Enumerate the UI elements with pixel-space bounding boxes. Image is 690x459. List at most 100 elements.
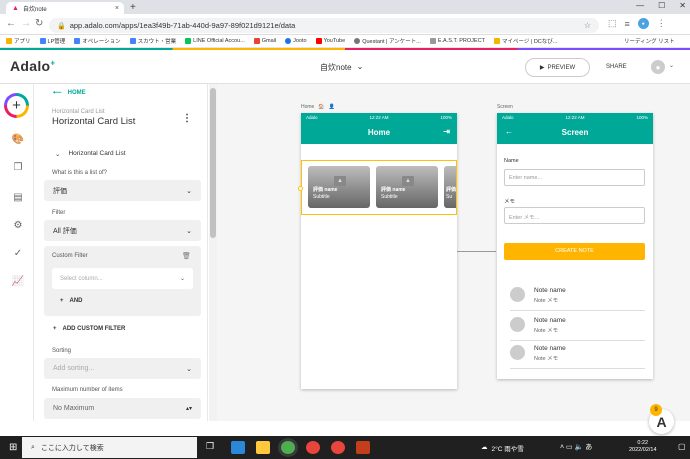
max-items-input[interactable]: No Maximum ▴▾ — [44, 398, 201, 419]
notifications-icon[interactable]: ▢ — [678, 442, 686, 451]
close-window-icon[interactable]: ✕ — [679, 1, 686, 10]
bookmark-item[interactable]: オペレーション — [74, 37, 121, 45]
apps-grid-icon — [6, 38, 12, 44]
list-item[interactable]: Note name Note メモ — [510, 314, 645, 341]
back-to-home-link[interactable]: ⟵ HOME — [53, 89, 86, 97]
adalo-a-icon: A — [656, 413, 667, 430]
app-bar: ← Screen — [497, 121, 653, 144]
list-of-select[interactable]: 評価 ⌄ — [44, 180, 201, 201]
reading-list-link[interactable]: リーディング リスト — [624, 37, 675, 45]
share-button[interactable]: SHARE — [606, 64, 627, 70]
database-icon[interactable]: ▤ — [11, 192, 25, 203]
preview-button[interactable]: ▶ PREVIEW — [525, 58, 590, 77]
create-note-button[interactable]: CREATE NOTE — [504, 243, 645, 260]
taskbar-search[interactable]: ⌕ ここに入力して検索 — [22, 437, 197, 458]
home-screen[interactable]: Adalo 12:22 AM 100% Home ⇥ — [301, 113, 457, 389]
volume-icon[interactable]: 🔈 — [575, 444, 584, 451]
sorting-select[interactable]: Add sorting... ⌄ — [44, 358, 201, 379]
name-input[interactable]: Enter name... — [504, 169, 645, 186]
system-tray[interactable]: ˄ ▭ 🔈 あ — [560, 442, 592, 452]
browser-menu-icon[interactable]: ⋮ — [657, 18, 666, 29]
card-item[interactable]: 評価 Su — [444, 166, 456, 208]
close-tab-icon[interactable]: × — [115, 5, 124, 12]
chevron-down-icon: ⌄ — [186, 365, 192, 373]
bookmark-item[interactable]: LP管理 — [39, 37, 65, 45]
users-icon: 👤 — [328, 104, 335, 110]
bookmark-item[interactable]: Questant | アンケート... — [354, 37, 421, 45]
home-icon: 🏠 — [318, 104, 325, 110]
memo-input[interactable]: Enter メモ... — [504, 207, 645, 224]
line-icon — [185, 38, 192, 44]
screens-icon[interactable]: ❐ — [11, 162, 25, 173]
stepper-icon[interactable]: ▴▾ — [186, 405, 192, 412]
screen-label[interactable]: Screen — [497, 104, 513, 110]
settings-gear-icon[interactable]: ⚙ — [11, 220, 25, 231]
weather-widget[interactable]: ☁ 2°C 雨や雪 — [481, 443, 524, 453]
add-custom-filter-button[interactable]: + ADD CUSTOM FILTER — [53, 326, 125, 332]
bookmark-star-icon[interactable]: ☆ — [584, 21, 599, 30]
add-component-button[interactable]: + — [4, 93, 29, 118]
palette-icon[interactable]: 🎨 — [11, 134, 25, 145]
logout-icon[interactable]: ⇥ — [443, 127, 450, 136]
scrollbar-thumb[interactable] — [210, 88, 216, 238]
resize-handle[interactable] — [298, 186, 303, 191]
maximize-icon[interactable]: ☐ — [658, 1, 665, 10]
card-item[interactable]: ▲ 評価 name Subtitle — [376, 166, 438, 208]
bookmark-item[interactable]: Jooto — [285, 38, 307, 44]
bookmark-item[interactable]: E.A.S.T. PROJECT — [429, 38, 485, 44]
chrome-icon[interactable] — [281, 441, 295, 454]
app-switcher[interactable]: 自炊note ⌄ — [320, 62, 363, 73]
reading-list-icon[interactable]: ≡ — [625, 19, 630, 29]
section-toggle[interactable]: ⌄ Horizontal Card List — [55, 150, 126, 158]
chevron-down-icon[interactable]: ⌄ — [669, 62, 674, 69]
windows-start-icon[interactable]: ⊞ — [9, 442, 17, 453]
search-icon: ⌕ — [31, 443, 35, 451]
taskbar-clock[interactable]: 0:22 2022/02/14 — [629, 440, 657, 454]
home-screen-label-row[interactable]: Home 🏠 👤 — [301, 104, 335, 110]
bookmark-item[interactable]: LINE Official Accou... — [185, 38, 245, 44]
more-options-icon[interactable]: ⋮ — [182, 113, 192, 124]
extensions-icon[interactable]: ⬚ — [608, 18, 617, 29]
publish-check-icon[interactable]: ✓ — [11, 248, 25, 259]
url-text: app.adalo.com/apps/1ea3f49b-71ab-440d-9a… — [69, 21, 296, 30]
analytics-icon[interactable]: 📈 — [11, 276, 25, 287]
component-name[interactable]: Horizontal Card List — [52, 116, 135, 127]
bookmark-item[interactable]: Gmail — [253, 38, 276, 44]
bookmark-item[interactable]: スカウト・営業 — [129, 37, 176, 45]
chrome-profile-icon[interactable] — [331, 441, 345, 454]
url-bar[interactable]: 🔒 app.adalo.com/apps/1ea3f49b-71ab-440d-… — [49, 18, 599, 33]
create-note-screen[interactable]: Adalo 12:22 AM 100% ← Screen Name Enter nam… — [497, 113, 653, 379]
adalo-favicon-icon: ▲ — [12, 4, 19, 12]
minimize-icon[interactable]: — — [636, 1, 644, 10]
back-arrow-icon[interactable]: ← — [505, 127, 513, 136]
bookmark-item[interactable]: YouTube — [315, 38, 345, 44]
select-column-dropdown[interactable]: Select column... ⌄ — [52, 268, 193, 289]
card-item[interactable]: ▲ 評価 name Subtitle — [308, 166, 370, 208]
and-button[interactable]: + AND — [60, 298, 83, 304]
tab-title: 自炊note — [23, 6, 47, 13]
chrome-profile-icon[interactable] — [306, 441, 320, 454]
edge-icon[interactable] — [231, 441, 245, 454]
ime-icon[interactable]: あ — [585, 444, 592, 451]
browser-tab[interactable]: ▲ 自炊note × — [6, 2, 124, 14]
reload-icon[interactable]: ↻ — [35, 18, 43, 29]
trash-icon[interactable]: 🗑 — [182, 252, 191, 260]
filter-select[interactable]: All 評価 ⌄ — [44, 220, 201, 241]
list-item[interactable]: Note name Note メモ — [510, 342, 645, 369]
task-view-icon[interactable]: ❒ — [206, 441, 220, 454]
network-icon[interactable]: ▭ — [566, 444, 573, 451]
file-explorer-icon[interactable] — [256, 441, 270, 454]
memo-label: メモ — [504, 199, 516, 205]
forward-arrow-icon[interactable]: → — [21, 18, 31, 29]
bookmark-item[interactable]: マイページ | DCなび... — [493, 37, 557, 45]
plus-icon: + — [53, 326, 57, 332]
new-tab-icon[interactable]: + — [130, 2, 136, 13]
bookmark-item[interactable]: アプリ — [6, 37, 31, 45]
powerpoint-icon[interactable] — [356, 441, 370, 454]
list-item[interactable]: Note name Note メモ — [510, 284, 645, 311]
profile-avatar[interactable]: ● — [637, 18, 649, 29]
jooto-icon — [285, 38, 292, 44]
back-arrow-icon[interactable]: ← — [6, 18, 16, 29]
chevron-up-icon[interactable]: ˄ — [560, 444, 564, 451]
user-avatar[interactable]: ● — [651, 60, 665, 74]
